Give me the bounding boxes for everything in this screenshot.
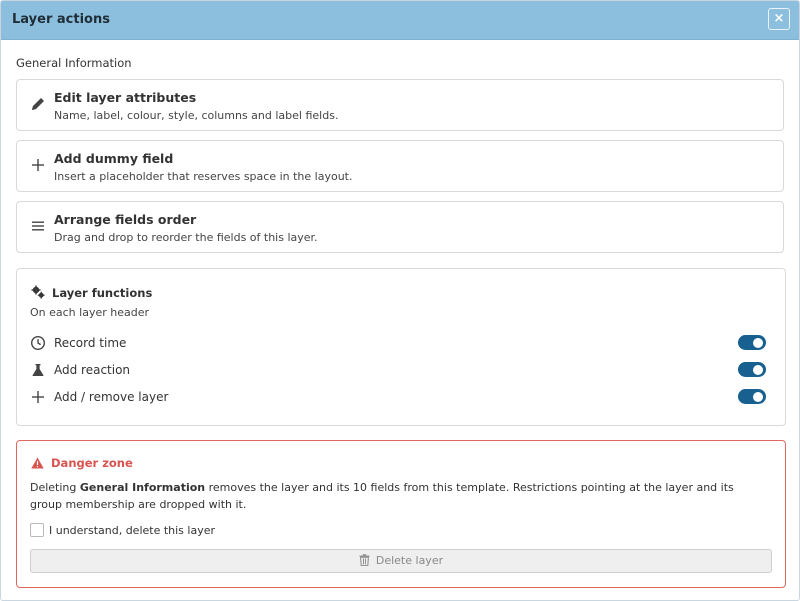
layer-functions-heading: Layer functions: [31, 285, 152, 300]
pencil-icon: [32, 98, 44, 110]
action-title: Edit layer attributes: [54, 90, 197, 105]
function-row-add-reaction: Add reaction: [30, 360, 766, 380]
function-row-record-time: Record time: [30, 333, 766, 353]
danger-text-before: Deleting: [30, 481, 80, 494]
action-description: Insert a placeholder that reserves space…: [54, 170, 353, 183]
close-icon: ×: [773, 11, 785, 26]
confirm-delete-checkbox[interactable]: [30, 523, 44, 537]
plus-icon: [32, 391, 44, 403]
layer-actions-modal: Layer actions × General Information Edit…: [0, 0, 800, 601]
toggle-knob: [753, 364, 763, 375]
danger-zone-text: Deleting General Information removes the…: [30, 479, 740, 513]
bars-icon: [32, 221, 44, 231]
clock-icon: [30, 335, 46, 351]
delete-layer-button[interactable]: Delete layer: [30, 549, 772, 573]
toggle-knob: [753, 391, 763, 402]
modal-header: Layer actions ×: [1, 1, 799, 40]
confirm-delete-text: I understand, delete this layer: [49, 524, 216, 537]
danger-zone-title: Danger zone: [51, 456, 133, 470]
danger-layer-name: General Information: [79, 481, 206, 494]
close-button[interactable]: ×: [768, 8, 790, 30]
record-time-toggle[interactable]: [738, 335, 766, 350]
add-reaction-toggle[interactable]: [738, 362, 766, 377]
action-description: Drag and drop to reorder the fields of t…: [54, 231, 318, 244]
add-dummy-field-action[interactable]: Add dummy field Insert a placeholder tha…: [16, 140, 784, 192]
danger-zone-heading: Danger zone: [31, 456, 133, 470]
plus-icon: [32, 159, 44, 171]
warning-icon: [31, 457, 44, 469]
layer-functions-subtitle: On each layer header: [30, 306, 149, 319]
function-row-add-remove-layer: Add / remove layer: [30, 387, 766, 407]
modal-title: Layer actions: [12, 12, 110, 27]
add-remove-layer-toggle[interactable]: [738, 389, 766, 404]
danger-zone-panel: Danger zone Deleting General Information…: [16, 440, 786, 588]
arrange-fields-order-action[interactable]: Arrange fields order Drag and drop to re…: [16, 201, 784, 253]
delete-layer-label: Delete layer: [375, 554, 444, 567]
section-title: General Information: [16, 56, 132, 70]
trash-icon: [359, 554, 370, 567]
action-title: Add dummy field: [54, 151, 174, 166]
gears-icon: [31, 285, 45, 299]
function-label: Add / remove layer: [54, 390, 169, 404]
function-label: Record time: [54, 336, 127, 350]
layer-functions-panel: Layer functions On each layer header Rec…: [16, 268, 786, 426]
function-label: Add reaction: [54, 363, 131, 377]
layer-functions-title: Layer functions: [52, 286, 153, 300]
edit-layer-attributes-action[interactable]: Edit layer attributes Name, label, colou…: [16, 79, 784, 131]
action-description: Name, label, colour, style, columns and …: [54, 109, 339, 122]
flask-icon: [32, 364, 44, 376]
confirm-delete-label[interactable]: I understand, delete this layer: [30, 523, 215, 537]
action-title: Arrange fields order: [54, 212, 197, 227]
toggle-knob: [753, 337, 763, 348]
